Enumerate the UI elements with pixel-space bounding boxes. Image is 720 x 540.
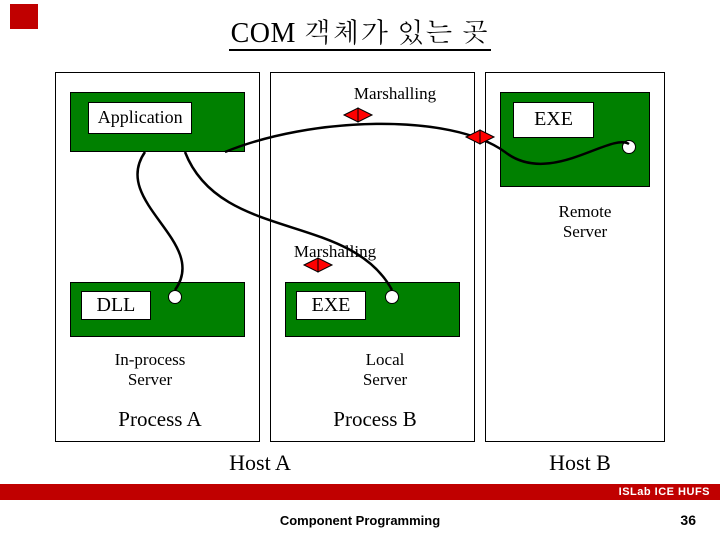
application-label: Application — [88, 102, 192, 133]
page-number: 36 — [680, 512, 696, 528]
diagram-stage: Application DLL EXE EXE Marshalling Mars… — [50, 62, 670, 457]
footer-caption: Component Programming — [0, 513, 720, 528]
exe-local-node — [385, 290, 399, 304]
remote-server-caption: Remote Server — [525, 202, 645, 242]
local-server-caption: Local Server — [325, 350, 445, 390]
dll-node — [168, 290, 182, 304]
process-a-label: Process A — [90, 407, 230, 432]
host-a-label: Host A — [200, 450, 320, 476]
marshalling-top-label: Marshalling — [340, 84, 450, 104]
exe-remote-node — [622, 140, 636, 154]
inprocess-caption: In-process Server — [90, 350, 210, 390]
footer-bar: ISLab ICE HUFS — [0, 484, 720, 500]
slide-title: COM 객체가 있는 곳 — [0, 10, 720, 50]
exe-local-label: EXE — [296, 291, 365, 320]
exe-remote-label: EXE — [513, 102, 594, 137]
host-b-label: Host B — [520, 450, 640, 476]
dll-label: DLL — [81, 291, 150, 320]
exe-local-box: EXE — [285, 282, 460, 337]
slide-title-text: COM 객체가 있는 곳 — [229, 18, 492, 51]
application-box: Application — [70, 92, 245, 152]
process-b-label: Process B — [305, 407, 445, 432]
dll-box: DLL — [70, 282, 245, 337]
footer-lab-text: ISLab ICE HUFS — [619, 486, 710, 498]
marshalling-mid-label: Marshalling — [280, 242, 390, 262]
